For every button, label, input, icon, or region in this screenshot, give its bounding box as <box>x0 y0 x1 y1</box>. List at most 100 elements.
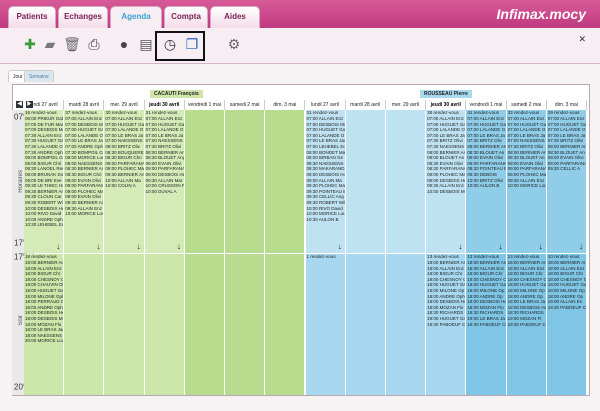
scroll-down-arrow-icon[interactable]: ↓ <box>96 242 100 251</box>
print-icon[interactable]: ⎙ <box>84 34 104 54</box>
appointment-item[interactable]: 09:30 ROBERT Wil <box>306 200 345 206</box>
close-icon[interactable]: ✕ <box>578 34 586 45</box>
delete-icon[interactable]: 🗑 <box>62 34 82 54</box>
evening-column-12[interactable]: 13 rendez-vous 18:00 BERNIER An 18:00 ALLA… <box>506 254 547 395</box>
appointment-item[interactable]: 07:00 DESBOIS Mc <box>24 127 63 133</box>
appointment-item[interactable]: 07:00 HUGUET Ga <box>64 127 103 133</box>
appointment-item[interactable]: 08:30 BIGUR Chri <box>104 155 143 161</box>
day-header-2[interactable]: mer. 29 avril <box>104 100 145 110</box>
appointment-item[interactable]: 09:30 ROBERT Wil <box>24 200 63 206</box>
day-header-1[interactable]: mardi 28 avril <box>64 100 105 110</box>
day-header-10[interactable]: jeudi 30 avril <box>426 100 467 110</box>
appointment-item[interactable]: 09:30 CELLIC A <box>547 166 586 172</box>
appointment-item[interactable]: 19:00 ALLAIN En <box>547 299 586 305</box>
appointment-item[interactable]: 07:30 BRITZ Olivi <box>145 144 184 150</box>
morning-column-4[interactable] <box>184 110 226 253</box>
appointment-item[interactable]: 09:00 EVAIN Olivi <box>466 155 505 161</box>
day-header-3[interactable]: jeudi 30 avril <box>145 100 185 110</box>
day-header-11[interactable]: vendredi 1 mai <box>466 100 507 110</box>
evening-column-7[interactable]: 1 rendez-vous <box>305 254 346 395</box>
appointment-item[interactable]: 19:30 PABOEUF Ch <box>466 322 505 328</box>
evening-column-9[interactable] <box>385 254 427 395</box>
appointment-item[interactable]: 19:00 HUGUET Ga <box>426 316 465 322</box>
appointment-item[interactable]: 07:00 ALLAIN Enz <box>306 116 345 122</box>
day-header-8[interactable]: mardi 28 avril <box>346 100 386 110</box>
scroll-down-arrow-icon[interactable]: ↓ <box>579 242 583 251</box>
appointment-item[interactable]: 19:00 LE BRAS Ja <box>466 316 505 322</box>
appointment-item[interactable]: 08:30 BIGUR Chri <box>64 172 103 178</box>
evening-column-0[interactable]: 18 rendez-vous 18:00 BERNIER An 18:00 ALLA… <box>24 254 65 395</box>
appointment-item[interactable]: 19:30 PABOEUF Ch <box>547 305 586 311</box>
appointment-item[interactable]: 07:30 NAESSENS <box>426 144 465 150</box>
appointment-item[interactable]: 18:00 BIGUR Chr <box>466 271 505 277</box>
appointment-item[interactable]: 18:00 MILONE Op <box>466 288 505 294</box>
appointment-item[interactable]: 09:00 DESBOIS He <box>145 172 184 178</box>
day-header-4[interactable]: vendredi 1 mai <box>185 100 226 110</box>
appointment-item[interactable]: 07:00 ALLAIN Enz <box>64 116 103 122</box>
appointment-item[interactable]: 07:00 ALLAIN Enz <box>547 116 586 122</box>
day-header-13[interactable]: dim. 3 mai <box>547 100 587 110</box>
morning-column-3[interactable]: 31 rendez-vous 07:00 ALLAIN Enz 07:00 HUGU… <box>144 110 185 253</box>
appointment-item[interactable]: 06:00 PRIEUR Gab <box>24 116 63 122</box>
appointment-item[interactable]: 07:30 LALANDE Ol <box>24 144 63 150</box>
appointment-item[interactable]: 18:00 BIGUR Chr <box>426 271 465 277</box>
appointment-item[interactable]: 18:00 BIGUR Chr <box>507 271 546 277</box>
scroll-down-arrow-icon[interactable]: ↓ <box>137 242 141 251</box>
appointment-item[interactable]: 20:00 MORICE Lou <box>24 338 63 344</box>
appointment-item[interactable]: 18:00 BERNIER An <box>426 260 465 266</box>
morning-column-13[interactable]: 29 rendez-vous 07:00 ALLAIN Enz 07:00 HUGU… <box>546 110 587 253</box>
appointment-item[interactable]: 07:00 LEHEBEL Ed <box>306 144 345 150</box>
appointment-item[interactable]: 07:30 BRITZ Olivi <box>507 144 546 150</box>
day-header-5[interactable]: samedi 2 mai <box>225 100 266 110</box>
appointment-item[interactable]: 18:00 LE BRAS Jad <box>24 327 63 333</box>
appointment-item[interactable]: 09:30 PLOHEC Ma <box>306 183 345 189</box>
appointment-item[interactable]: 09:30 ALLAIN Enz <box>426 183 465 189</box>
appointment-item[interactable]: 10:00 MORICE Lou <box>306 211 345 217</box>
appointment-item[interactable]: 19:30 PABOEUF Ch <box>507 322 546 328</box>
appointment-item[interactable]: 07:00 ALLAIN Enz <box>507 116 546 122</box>
appointment-item[interactable]: 09:00 PLOHEC Ma <box>507 172 546 178</box>
appointment-item[interactable]: 18:00 MILONE Op <box>426 288 465 294</box>
appointment-item[interactable]: 07:00 ALLAIN Enz <box>466 116 505 122</box>
morning-column-10[interactable]: 38 rendez-vous 07:00 ALLAIN Enz 07:00 HUGU… <box>426 110 467 253</box>
evening-column-11[interactable]: 13 rendez-vous 18:00 BERNIER An 18:00 ALLA… <box>466 254 507 395</box>
appointment-item[interactable]: 09:30 BERNIER An <box>64 200 103 206</box>
appointment-item[interactable]: 19:00 MOZAN Fl <box>507 316 546 322</box>
scroll-down-arrow-icon[interactable]: ↓ <box>338 242 342 251</box>
appointment-item[interactable]: 18:00 BIGUR Chr <box>547 271 586 277</box>
appointment-item[interactable]: 18:00 BERNIER An <box>24 260 63 266</box>
morning-column-2[interactable]: 30 rendez-vous 07:00 ALLAIN Enz 07:00 HUGU… <box>104 110 145 253</box>
evening-column-4[interactable] <box>184 254 226 395</box>
appointment-item[interactable]: 07:00 ALLAIN Enz <box>104 116 143 122</box>
gear-icon[interactable]: ⚙ <box>224 34 244 54</box>
appointment-item[interactable]: 07:00 ANDRE Oph <box>64 144 103 150</box>
appointment-item[interactable]: 19:30 PABOEUF Ch <box>426 322 465 328</box>
evening-column-2[interactable] <box>104 254 145 395</box>
scroll-down-arrow-icon[interactable]: ↓ <box>539 242 543 251</box>
appointment-item[interactable]: 08:00 BLOUET An <box>426 155 465 161</box>
morning-column-0[interactable]: 16 rendez-vous 06:00 PRIEUR Gab 07:00 DE F… <box>24 110 65 253</box>
appointment-item[interactable]: 18:00 BERNIER An <box>507 260 546 266</box>
appointment-item[interactable]: 09:00 PARFARANA <box>64 183 103 189</box>
appointment-item[interactable]: 10:00 AULON B <box>466 183 505 189</box>
appointment-item[interactable]: 07:00 LALANDE O <box>466 127 505 133</box>
appointment-item[interactable]: 07:00 HUGUET Ga <box>306 127 345 133</box>
evening-column-13[interactable]: 10 rendez-vous 18:00 BERNIER An 18:00 ALLA… <box>546 254 587 395</box>
morning-column-9[interactable] <box>385 110 427 253</box>
tab-compta[interactable]: Compta <box>164 6 208 28</box>
appointment-item[interactable]: 07:00 LALANDE O <box>104 127 143 133</box>
tab-aides[interactable]: Aides <box>210 6 260 28</box>
appointment-item[interactable]: 08:00 MORICE Lou <box>64 155 103 161</box>
evening-column-3[interactable] <box>144 254 185 395</box>
appointment-item[interactable]: 18:00 DESBOIS He <box>466 299 505 305</box>
appointment-item[interactable]: 07:00 LALANDE O <box>426 127 465 133</box>
appointment-item[interactable]: 18:00 MILONE Op <box>507 288 546 294</box>
appointment-item[interactable]: 18:00 HUGUET Ga <box>24 288 63 294</box>
add-patient-icon[interactable]: ✚ <box>20 34 40 54</box>
appointment-item[interactable]: 08:00 BOMPOIL Ge <box>24 155 63 161</box>
appointment-item[interactable]: 10:00 CRUSSON P <box>145 183 184 189</box>
appointment-item[interactable]: 18:00 MILONE Op <box>547 288 586 294</box>
appointment-item[interactable]: 10:00 COLIN A <box>104 183 143 189</box>
evening-column-10[interactable]: 13 rendez-vous 18:00 BERNIER An 18:00 ALLA… <box>426 254 467 395</box>
appointment-item[interactable]: 08:00 BRITZ Oliv <box>104 144 143 150</box>
